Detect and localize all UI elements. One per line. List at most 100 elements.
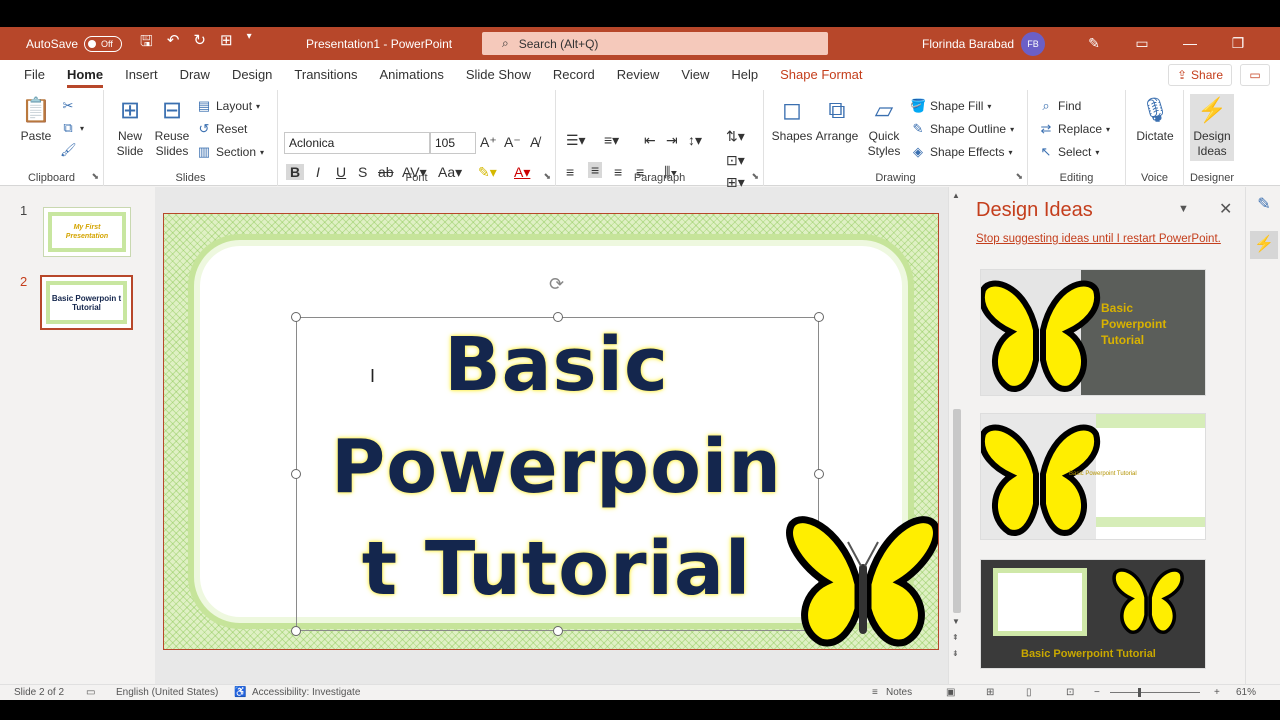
- ribbon-display-icon[interactable]: ▭: [1118, 35, 1166, 52]
- find-button[interactable]: ⌕ Find: [1038, 98, 1081, 114]
- close-icon[interactable]: ✕: [1262, 35, 1280, 52]
- vertical-scrollbar[interactable]: ▲ ▼ ⇞ ⇟: [948, 187, 964, 684]
- paste-button[interactable]: 📋 Paste: [14, 96, 58, 144]
- tab-home[interactable]: Home: [56, 60, 114, 90]
- tab-animations[interactable]: Animations: [369, 60, 455, 90]
- pen-icon[interactable]: ✎: [1070, 35, 1118, 52]
- rotate-handle-icon[interactable]: ⟳: [549, 274, 564, 295]
- autosave-toggle[interactable]: Off: [84, 35, 123, 52]
- format-painter-button[interactable]: 🖌: [60, 142, 77, 158]
- section-button[interactable]: ▥ Section ▾: [196, 144, 264, 160]
- shape-effects-button[interactable]: ◈ Shape Effects ▾: [910, 144, 1013, 160]
- next-slide-icon[interactable]: ⇟: [952, 649, 959, 658]
- clear-format-icon[interactable]: A̸: [530, 134, 539, 150]
- numbering-icon[interactable]: ≡▾: [604, 132, 619, 149]
- decrease-indent-icon[interactable]: ⇤: [644, 132, 656, 149]
- shape-outline-button[interactable]: ✎ Shape Outline ▾: [910, 121, 1015, 137]
- redo-icon[interactable]: ↻: [193, 31, 206, 56]
- design-ideas-pane-icon[interactable]: ⚡: [1250, 231, 1278, 259]
- tab-draw[interactable]: Draw: [169, 60, 221, 90]
- zoom-slider[interactable]: [1110, 692, 1200, 693]
- layout-button[interactable]: ▤ Layout ▾: [196, 98, 260, 114]
- butterfly-image[interactable]: [786, 514, 939, 648]
- resize-handle[interactable]: [553, 626, 563, 636]
- launcher-icon[interactable]: ⬊: [1015, 171, 1023, 182]
- reset-button[interactable]: ↺ Reset: [196, 121, 248, 137]
- minimize-icon[interactable]: —: [1166, 35, 1214, 52]
- tab-view[interactable]: View: [670, 60, 720, 90]
- slide-sorter-icon[interactable]: ⊞: [986, 687, 994, 698]
- tab-slide-show[interactable]: Slide Show: [455, 60, 542, 90]
- slide-title[interactable]: Basic Powerpoin t Tutorial: [294, 314, 819, 620]
- tab-help[interactable]: Help: [720, 60, 769, 90]
- zoom-level[interactable]: 61%: [1236, 687, 1256, 698]
- replace-button[interactable]: ⇄ Replace ▾: [1038, 121, 1111, 137]
- zoom-in-icon[interactable]: +: [1214, 687, 1220, 698]
- autosave[interactable]: AutoSave Off: [26, 35, 123, 52]
- slide-thumbnail-1[interactable]: My First Presentation: [43, 207, 131, 257]
- design-ideas-button[interactable]: ⚡ Design Ideas: [1190, 94, 1234, 161]
- new-slide-button[interactable]: ⊞ New Slide: [110, 96, 150, 159]
- arrange-button[interactable]: ⧉ Arrange: [814, 96, 860, 144]
- slide-thumbnail-2[interactable]: Basic Powerpoin t Tutorial: [40, 275, 133, 330]
- quick-styles-button[interactable]: ▱ Quick Styles: [862, 96, 906, 159]
- tab-design[interactable]: Design: [221, 60, 283, 90]
- comments-button[interactable]: ▭: [1240, 64, 1270, 86]
- grow-font-icon[interactable]: A⁺: [480, 134, 497, 151]
- design-idea-3[interactable]: Basic Powerpoint Tutorial: [980, 559, 1206, 669]
- text-direction-icon[interactable]: ⇅▾: [726, 128, 745, 145]
- cut-button[interactable]: ✂: [60, 98, 76, 114]
- bullets-icon[interactable]: ☰▾: [566, 132, 586, 149]
- zoom-out-icon[interactable]: −: [1094, 687, 1100, 698]
- undo-icon[interactable]: ↶: [167, 31, 180, 56]
- font-name-select[interactable]: Aclonica: [284, 132, 430, 154]
- font-size-select[interactable]: 105: [430, 132, 476, 154]
- copy-button[interactable]: ⧉ ▾: [60, 120, 84, 136]
- notes-button[interactable]: Notes: [886, 687, 912, 698]
- accessibility-status[interactable]: Accessibility: Investigate: [252, 687, 360, 698]
- reuse-slides-button[interactable]: ⊟ Reuse Slides: [152, 96, 192, 159]
- format-pane-icon[interactable]: ✎: [1250, 191, 1278, 219]
- scroll-down-icon[interactable]: ▼: [952, 617, 960, 626]
- restore-icon[interactable]: ❐: [1214, 35, 1262, 52]
- tab-review[interactable]: Review: [606, 60, 671, 90]
- tab-file[interactable]: File: [13, 60, 56, 90]
- language-status[interactable]: English (United States): [116, 687, 218, 698]
- user-name[interactable]: Florinda Barabad: [922, 37, 1014, 51]
- launcher-icon[interactable]: ⬊: [751, 171, 759, 182]
- search-box[interactable]: ⌕ Search (Alt+Q): [482, 32, 828, 55]
- close-pane-icon[interactable]: ✕: [1219, 199, 1232, 219]
- slide-2[interactable]: ⟳ Basic Powerpoin t Tutorial I: [163, 213, 939, 650]
- shape-fill-button[interactable]: 🪣 Shape Fill ▾: [910, 98, 991, 114]
- shapes-button[interactable]: ◻ Shapes: [770, 96, 814, 144]
- scroll-up-icon[interactable]: ▲: [952, 191, 960, 200]
- align-text-icon[interactable]: ⊡▾: [726, 152, 745, 169]
- share-button[interactable]: ⇪ Share: [1168, 64, 1232, 86]
- line-spacing-icon[interactable]: ↕▾: [688, 132, 702, 149]
- spellcheck-icon[interactable]: ▭: [86, 687, 95, 698]
- shrink-font-icon[interactable]: A⁻: [504, 134, 521, 151]
- slideshow-icon[interactable]: ⊡: [1066, 687, 1074, 698]
- tab-shape-format[interactable]: Shape Format: [769, 60, 873, 90]
- tab-insert[interactable]: Insert: [114, 60, 169, 90]
- previous-slide-icon[interactable]: ⇞: [952, 633, 959, 642]
- customize-qat-icon[interactable]: ▾: [247, 31, 252, 56]
- normal-view-icon[interactable]: ▣: [946, 687, 955, 698]
- reading-view-icon[interactable]: ▯: [1026, 687, 1032, 698]
- select-button[interactable]: ↖ Select ▾: [1038, 144, 1100, 160]
- tab-transitions[interactable]: Transitions: [283, 60, 368, 90]
- scroll-thumb[interactable]: [953, 409, 961, 613]
- launcher-icon[interactable]: ⬊: [543, 171, 551, 182]
- tab-record[interactable]: Record: [542, 60, 606, 90]
- design-idea-1[interactable]: Basic Powerpoint Tutorial: [980, 269, 1206, 396]
- design-idea-2[interactable]: Basic Powerpoint Tutorial: [980, 413, 1206, 540]
- increase-indent-icon[interactable]: ⇥: [666, 132, 678, 149]
- save-icon[interactable]: 🖫: [140, 31, 153, 56]
- zoom-slider-thumb[interactable]: [1138, 688, 1141, 697]
- pane-options-icon[interactable]: ▼: [1178, 203, 1189, 215]
- present-icon[interactable]: ⊞: [220, 31, 233, 56]
- launcher-icon[interactable]: ⬊: [91, 171, 99, 182]
- dictate-button[interactable]: 🎙 Dictate: [1132, 96, 1178, 144]
- avatar[interactable]: FB: [1021, 32, 1045, 56]
- resize-handle[interactable]: [291, 626, 301, 636]
